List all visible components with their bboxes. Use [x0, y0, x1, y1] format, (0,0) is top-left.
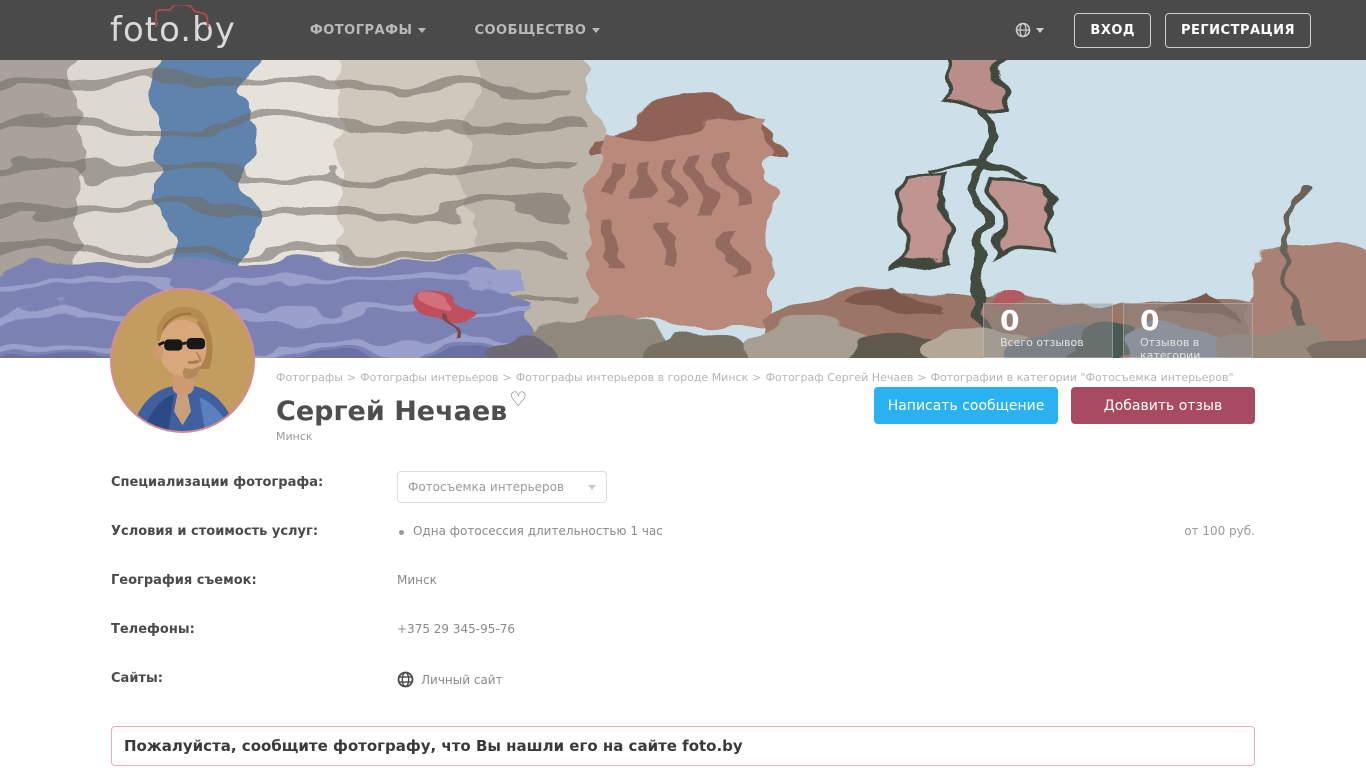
- avatar-illustration: [112, 290, 253, 431]
- nav-item-photographers[interactable]: ФОТОГРАФЫ: [286, 0, 451, 60]
- detail-value: Фотосъемка интерьеров: [397, 471, 1255, 503]
- breadcrumb-link[interactable]: Фотографы интерьеров: [360, 371, 498, 384]
- notice-text: Пожалуйста, сообщите фотографу, что Вы н…: [124, 737, 743, 755]
- detail-value: Личный сайт: [397, 667, 1255, 688]
- caret-down-icon: [588, 485, 596, 490]
- site-link-label: Личный сайт: [421, 673, 503, 687]
- top-navbar: foto.by ФОТОГРАФЫ СООБЩЕСТВО ВХОД РЕГИСТ…: [0, 0, 1366, 60]
- stat-value: 0: [1140, 306, 1252, 336]
- stat-label: Всего отзывов: [1000, 336, 1112, 349]
- avatar: [110, 288, 255, 433]
- detail-row-websites: Сайты: Личный сайт: [111, 667, 1255, 716]
- profile-actions: Написать сообщение Добавить отзыв: [874, 387, 1255, 424]
- detail-label: Сайты:: [111, 667, 397, 686]
- globe-icon: [1015, 22, 1031, 38]
- pricing-price: от 100 руб.: [1184, 524, 1255, 538]
- caret-down-icon: [418, 28, 426, 33]
- camera-icon: [154, 5, 210, 27]
- profile-header: Фотографы > Фотографы интерьеров > Фотографы…: [111, 358, 1255, 443]
- name-row: Сергей Нечаев♡ Минск Написать сообщение …: [276, 387, 1255, 443]
- pricing-item: Одна фотосессия длительностью 1 час: [413, 524, 663, 538]
- detail-label: Специализации фотографа:: [111, 471, 397, 490]
- detail-row-pricing: Условия и стоимость услуг: Одна фотосесс…: [111, 520, 1255, 569]
- add-review-button[interactable]: Добавить отзыв: [1071, 387, 1255, 424]
- detail-label: Телефоны:: [111, 618, 397, 637]
- detail-row-phones: Телефоны: +375 29 345-95-76: [111, 618, 1255, 667]
- nav-item-label: СООБЩЕСТВО: [474, 23, 586, 38]
- heart-outline-icon[interactable]: ♡: [509, 387, 527, 411]
- breadcrumb-link[interactable]: Фотограф Сергей Нечаев: [765, 371, 913, 384]
- detail-label: Условия и стоимость услуг:: [111, 520, 397, 539]
- details-section: Специализации фотографа: Фотосъемка инте…: [111, 471, 1255, 716]
- main-content: Фотографы > Фотографы интерьеров > Фотографы…: [111, 358, 1255, 766]
- breadcrumb-link[interactable]: Фотографы интерьеров в городе Минск: [516, 371, 748, 384]
- caret-down-icon: [592, 28, 600, 33]
- caret-down-icon: [1036, 28, 1044, 33]
- detail-row-specializations: Специализации фотографа: Фотосъемка инте…: [111, 471, 1255, 520]
- phone-value: +375 29 345-95-76: [397, 618, 1255, 636]
- breadcrumb-link[interactable]: Фотографии в категории "Фотосъемка интер…: [931, 371, 1234, 384]
- photographer-city: Минск: [276, 430, 527, 443]
- selected-option: Фотосъемка интерьеров: [408, 480, 564, 494]
- dot-icon: [399, 530, 404, 535]
- stat-category-reviews: 0 Отзывов в категории: [1123, 303, 1253, 358]
- stat-label: Отзывов в категории: [1140, 336, 1252, 358]
- register-button[interactable]: РЕГИСТРАЦИЯ: [1165, 13, 1311, 48]
- breadcrumb-separator: >: [752, 371, 761, 384]
- topbar-right: ВХОД РЕГИСТРАЦИЯ: [1015, 13, 1311, 48]
- nav-item-community[interactable]: СООБЩЕСТВО: [450, 0, 624, 60]
- breadcrumb: Фотографы > Фотографы интерьеров > Фотографы…: [276, 371, 1255, 384]
- stat-value: 0: [1000, 306, 1112, 336]
- name-block: Сергей Нечаев♡ Минск: [276, 387, 527, 443]
- detail-label: География съемок:: [111, 569, 397, 588]
- geography-value: Минск: [397, 569, 1255, 587]
- breadcrumb-separator: >: [347, 371, 356, 384]
- notice-box: Пожалуйста, сообщите фотографу, что Вы н…: [111, 726, 1255, 766]
- breadcrumb-separator: >: [917, 371, 926, 384]
- login-button[interactable]: ВХОД: [1074, 13, 1151, 48]
- site-logo[interactable]: foto.by: [110, 13, 236, 47]
- language-menu[interactable]: [1015, 22, 1044, 38]
- send-message-button[interactable]: Написать сообщение: [874, 387, 1058, 424]
- personal-site-link[interactable]: Личный сайт: [397, 671, 503, 688]
- nav-item-label: ФОТОГРАФЫ: [310, 23, 413, 38]
- breadcrumb-separator: >: [503, 371, 512, 384]
- stat-total-reviews: 0 Всего отзывов: [983, 303, 1113, 358]
- breadcrumb-link[interactable]: Фотографы: [276, 371, 343, 384]
- page-title: Сергей Нечаев: [276, 396, 507, 427]
- specialization-select[interactable]: Фотосъемка интерьеров: [397, 471, 607, 503]
- detail-row-geography: География съемок: Минск: [111, 569, 1255, 618]
- detail-value: Одна фотосессия длительностью 1 час от 1…: [397, 520, 1255, 538]
- main-navigation: ФОТОГРАФЫ СООБЩЕСТВО: [286, 0, 625, 60]
- review-stats: 0 Всего отзывов 0 Отзывов в категории: [983, 303, 1253, 358]
- globe-icon: [397, 671, 414, 688]
